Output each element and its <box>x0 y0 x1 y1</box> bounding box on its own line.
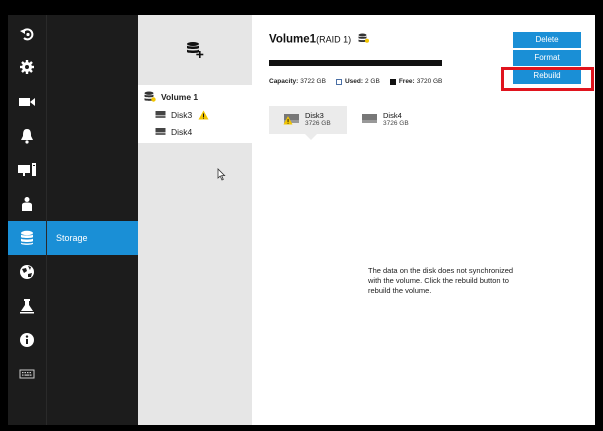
disk-tab-size: 3726 GB <box>383 120 409 127</box>
add-storage-icon[interactable] <box>186 41 204 59</box>
capacity-value: 3722 GB <box>300 78 326 85</box>
rail-settings-item[interactable] <box>8 50 46 84</box>
tree-disk-item-disk4[interactable]: Disk4 <box>138 123 252 140</box>
gear-icon <box>20 60 34 74</box>
rail-events-item[interactable] <box>8 119 46 153</box>
tree-disk-label: Disk3 <box>171 109 193 120</box>
volume-icon <box>144 91 156 102</box>
capacity-summary: Capacity: 3722 GB Used: 2 GB Free: 3720 … <box>269 78 442 85</box>
tree-disk-label: Disk4 <box>171 126 193 137</box>
free-value: 3720 GB <box>416 78 443 85</box>
submenu-item-storage[interactable]: Storage <box>47 221 139 255</box>
globe-network-icon <box>20 265 34 279</box>
hard-disk-icon <box>155 127 166 136</box>
disk-tab-name: Disk3 <box>305 111 324 120</box>
flask-lab-icon <box>20 299 34 314</box>
rotate-back-icon <box>20 28 34 41</box>
submenu-panel: Storage <box>46 15 139 425</box>
tree-header <box>138 15 252 85</box>
rail-camera-item[interactable] <box>8 85 46 119</box>
used-label: Used: <box>344 78 363 85</box>
icon-rail <box>8 15 46 425</box>
delete-button[interactable]: Delete <box>513 32 581 48</box>
free-legend-swatch <box>389 78 396 85</box>
user-icon <box>22 197 32 211</box>
hard-disk-warning-icon <box>283 111 301 130</box>
hard-disk-icon <box>155 110 166 119</box>
monitor-pc-icon <box>18 163 36 176</box>
used-legend-swatch <box>335 78 342 85</box>
warning-icon <box>198 110 209 120</box>
mouse-cursor-icon <box>217 168 226 181</box>
disk-tab-name: Disk4 <box>383 111 402 120</box>
disk-tab-disk4[interactable]: Disk4 3726 GB <box>347 106 425 134</box>
rail-back-item[interactable] <box>8 17 46 51</box>
rail-keyboard-item[interactable] <box>8 357 46 391</box>
app-frame: Storage Volume 1 Disk3 Disk4 Volume1(RAI… <box>0 0 603 431</box>
tree-volume-item[interactable]: Volume 1 <box>138 88 252 105</box>
bell-icon <box>21 129 33 144</box>
storage-tree-panel: Volume 1 Disk3 Disk4 <box>138 15 252 425</box>
disk-tabs: Disk3 3726 GB Disk4 3726 GB <box>269 106 425 140</box>
rail-network-item[interactable] <box>8 255 46 289</box>
rail-storage-item[interactable] <box>8 221 46 255</box>
rebuild-message: The data on the disk does not synchroniz… <box>368 266 514 295</box>
rail-apps-item[interactable] <box>8 289 46 323</box>
volume-detail-panel: Volume1(RAID 1) Capacity: 3722 GB Used: … <box>252 15 595 425</box>
free-label: Free: <box>398 78 415 85</box>
capacity-label: Capacity: <box>269 78 299 85</box>
keyboard-icon <box>19 369 35 379</box>
volume-title: Volume1(RAID 1) <box>269 33 370 46</box>
volume-name: Volume1 <box>269 33 317 46</box>
rebuild-highlight-box <box>501 67 594 91</box>
used-value: 2 GB <box>365 78 380 85</box>
disk-tab-size: 3726 GB <box>305 120 331 127</box>
info-icon <box>20 333 34 347</box>
rail-user-item[interactable] <box>8 187 46 221</box>
format-button[interactable]: Format <box>513 50 581 66</box>
hard-disk-icon <box>361 111 379 130</box>
tree-volume-label: Volume 1 <box>161 91 199 102</box>
tree-list: Volume 1 Disk3 Disk4 <box>138 85 252 143</box>
rail-display-item[interactable] <box>8 153 46 187</box>
disk-tab-disk3[interactable]: Disk3 3726 GB <box>269 106 347 140</box>
rail-about-item[interactable] <box>8 323 46 357</box>
volume-status-icon <box>358 33 370 46</box>
capacity-bar <box>269 60 442 66</box>
tree-disk-item-disk3[interactable]: Disk3 <box>138 106 252 123</box>
database-icon <box>21 230 33 245</box>
selected-tab-pointer <box>305 134 317 140</box>
volume-raid-level: (RAID 1) <box>316 34 352 45</box>
video-camera-icon <box>19 98 35 106</box>
